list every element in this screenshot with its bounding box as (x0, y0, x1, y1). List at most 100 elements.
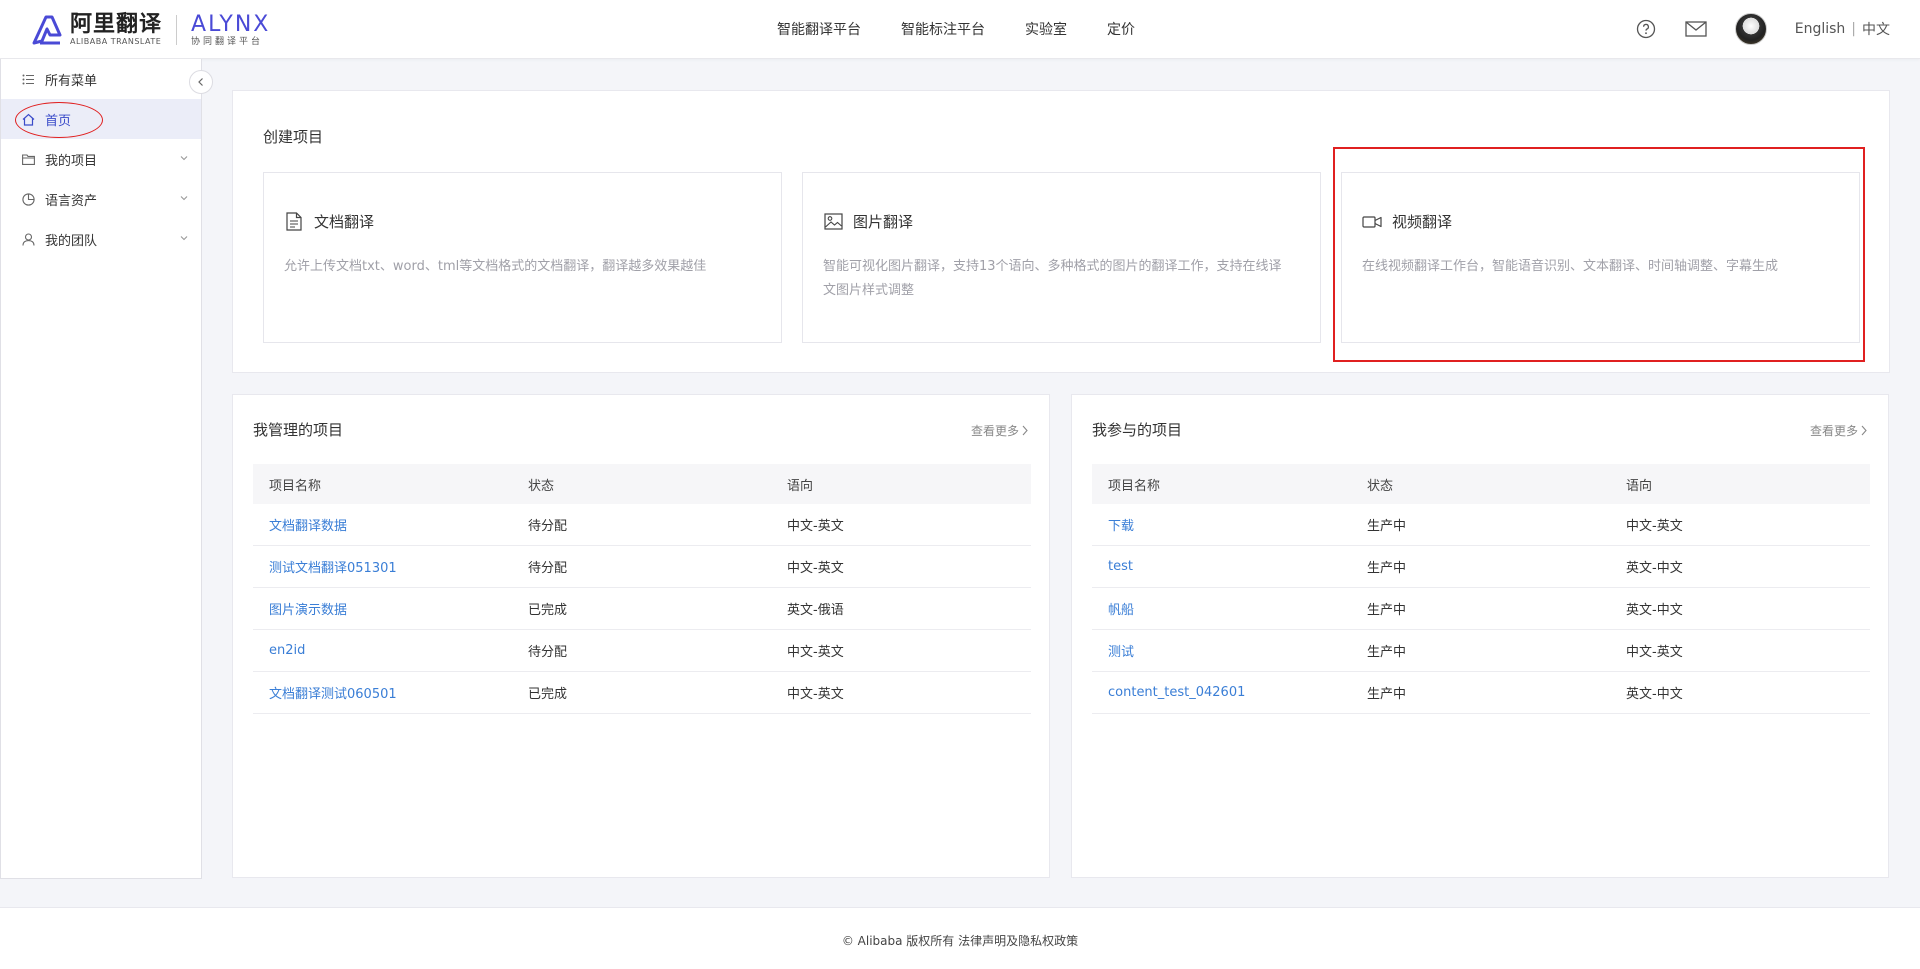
project-name-link[interactable]: test (1092, 559, 1351, 574)
table-row: 帆船 生产中 英文-中文 (1092, 588, 1870, 630)
lang-chinese[interactable]: 中文 (1862, 19, 1890, 39)
create-project-title: 创建项目 (263, 128, 324, 146)
project-direction: 中文-英文 (787, 687, 844, 702)
table-row: 图片演示数据 已完成 英文-俄语 (253, 588, 1031, 630)
table-row: test 生产中 英文-中文 (1092, 546, 1870, 588)
col-header-direction: 语向 (787, 478, 814, 494)
project-status: 已完成 (528, 687, 568, 702)
image-icon (823, 212, 843, 232)
joined-projects-title: 我参与的项目 (1092, 421, 1183, 439)
alibaba-translate-logo-icon (30, 13, 64, 47)
table-row: content_test_042601 生产中 英文-中文 (1092, 672, 1870, 714)
managed-projects-table: 项目名称 状态 语向 文档翻译数据 待分配 中文-英文 测试文档翻译051301… (253, 464, 1031, 714)
table-header: 项目名称 状态 语向 (1092, 464, 1870, 504)
project-name-link[interactable]: 文档翻译测试060501 (253, 683, 512, 702)
table-row: en2id 待分配 中文-英文 (253, 630, 1031, 672)
project-status: 生产中 (1367, 519, 1407, 534)
joined-projects-table: 项目名称 状态 语向 下载 生产中 中文-英文 test 生产中 英文-中文 帆… (1092, 464, 1870, 714)
joined-projects-panel: 我参与的项目 查看更多 项目名称 状态 语向 下载 生产中 中文-英文 test… (1071, 394, 1889, 878)
project-name-link[interactable]: 图片演示数据 (253, 599, 512, 618)
alynx-subtitle: 协同翻译平台 (191, 37, 264, 47)
chevron-down-icon (179, 232, 189, 247)
project-name-link[interactable]: 测试文档翻译051301 (253, 557, 512, 576)
col-header-status: 状态 (1367, 478, 1394, 494)
table-row: 下载 生产中 中文-英文 (1092, 504, 1870, 546)
alynx-logo-text: ALYNX (191, 12, 271, 37)
nav-smart-translation[interactable]: 智能翻译平台 (777, 19, 861, 39)
card-title: 图片翻译 (853, 213, 914, 231)
document-icon (284, 212, 304, 232)
col-header-name: 项目名称 (269, 478, 322, 494)
sidebar: 所有菜单 首页 我的项目 语言资产 我的团队 (0, 59, 202, 879)
col-header-status: 状态 (528, 478, 555, 494)
project-direction: 英文-中文 (1626, 561, 1683, 576)
project-status: 生产中 (1367, 561, 1407, 576)
annotation-ellipse (15, 102, 103, 138)
lang-separator: | (1851, 21, 1856, 37)
logo-en-text: ALIBABA TRANSLATE (70, 37, 162, 46)
table-row: 文档翻译测试060501 已完成 中文-英文 (253, 672, 1031, 714)
mail-icon[interactable] (1685, 18, 1707, 40)
view-more-link[interactable]: 查看更多 (1810, 422, 1868, 439)
sidebar-collapse-button[interactable] (189, 70, 213, 94)
project-direction: 中文-英文 (787, 519, 844, 534)
doc-translation-card[interactable]: 文档翻译 允许上传文档txt、word、tml等文档格式的文档翻译，翻译越多效果… (263, 172, 782, 343)
sidebar-item-label: 语言资产 (45, 193, 98, 209)
project-status: 生产中 (1367, 603, 1407, 618)
folder-icon (21, 152, 35, 166)
project-status: 待分配 (528, 645, 568, 660)
project-name-link[interactable]: en2id (253, 643, 512, 658)
table-row: 文档翻译数据 待分配 中文-英文 (253, 504, 1031, 546)
project-status: 生产中 (1367, 645, 1407, 660)
view-more-link[interactable]: 查看更多 (971, 422, 1029, 439)
chevron-right-icon (1860, 425, 1868, 436)
sidebar-item-my-projects[interactable]: 我的项目 (1, 139, 201, 179)
avatar[interactable] (1734, 13, 1767, 45)
chevron-down-icon (179, 192, 189, 207)
project-direction: 英文-俄语 (787, 603, 844, 618)
project-name-link[interactable]: 测试 (1092, 641, 1351, 660)
table-header: 项目名称 状态 语向 (253, 464, 1031, 504)
view-more-label: 查看更多 (1809, 424, 1858, 438)
sidebar-item-label: 所有菜单 (45, 73, 98, 89)
top-nav: 智能翻译平台 智能标注平台 实验室 定价 (777, 0, 1175, 58)
project-direction: 中文-英文 (787, 561, 844, 576)
project-name-link[interactable]: 文档翻译数据 (253, 515, 512, 534)
view-more-label: 查看更多 (970, 424, 1019, 438)
table-row: 测试 生产中 中文-英文 (1092, 630, 1870, 672)
project-direction: 中文-英文 (787, 645, 844, 660)
sidebar-item-my-team[interactable]: 我的团队 (1, 219, 201, 259)
project-name-link[interactable]: 帆船 (1092, 599, 1351, 618)
project-status: 待分配 (528, 561, 568, 576)
nav-pricing[interactable]: 定价 (1107, 19, 1135, 39)
lang-english[interactable]: English (1795, 21, 1846, 37)
col-header-name: 项目名称 (1108, 478, 1161, 494)
managed-projects-title: 我管理的项目 (253, 421, 344, 439)
logo[interactable]: 阿里翻译 ALIBABA TRANSLATE ALYNX 协同翻译平台 (30, 12, 270, 48)
image-translation-card[interactable]: 图片翻译 智能可视化图片翻译，支持13个语向、多种格式的图片的翻译工作，支持在线… (802, 172, 1321, 343)
table-row: 测试文档翻译051301 待分配 中文-英文 (253, 546, 1031, 588)
footer: © Alibaba 版权所有 法律声明及隐私权政策 (0, 907, 1920, 969)
sidebar-item-label: 我的团队 (45, 233, 98, 249)
nav-smart-annotation[interactable]: 智能标注平台 (901, 19, 985, 39)
sidebar-item-all-menu[interactable]: 所有菜单 (1, 59, 201, 99)
user-icon (21, 232, 35, 246)
top-header: 阿里翻译 ALIBABA TRANSLATE ALYNX 协同翻译平台 智能翻译… (0, 0, 1920, 59)
card-description: 允许上传文档txt、word、tml等文档格式的文档翻译，翻译越多效果越佳 (284, 259, 707, 274)
card-title: 文档翻译 (314, 213, 375, 231)
language-switch: English | 中文 (1795, 19, 1890, 39)
sidebar-item-label: 我的项目 (45, 153, 98, 169)
card-description: 智能可视化图片翻译，支持13个语向、多种格式的图片的翻译工作，支持在线译文图片样… (823, 259, 1282, 298)
managed-projects-panel: 我管理的项目 查看更多 项目名称 状态 语向 文档翻译数据 待分配 中文-英文 … (232, 394, 1050, 878)
list-icon (21, 72, 35, 86)
project-name-link[interactable]: content_test_042601 (1092, 685, 1351, 700)
help-icon[interactable] (1635, 18, 1657, 40)
logo-divider (176, 15, 178, 45)
project-status: 待分配 (528, 519, 568, 534)
sidebar-item-language-assets[interactable]: 语言资产 (1, 179, 201, 219)
header-actions: English | 中文 (1607, 0, 1890, 58)
nav-lab[interactable]: 实验室 (1025, 19, 1067, 39)
project-name-link[interactable]: 下载 (1092, 515, 1351, 534)
chevron-right-icon (1021, 425, 1029, 436)
project-status: 生产中 (1367, 687, 1407, 702)
